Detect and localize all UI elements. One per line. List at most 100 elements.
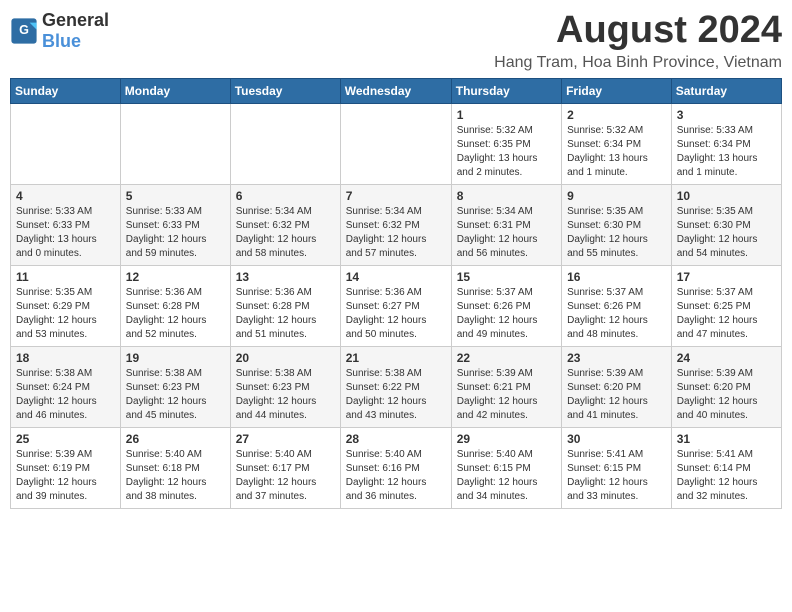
day-info: Sunrise: 5:39 AM Sunset: 6:19 PM Dayligh… — [16, 448, 115, 504]
calendar-cell: 30Sunrise: 5:41 AM Sunset: 6:15 PM Dayli… — [562, 427, 672, 508]
logo-general: General — [42, 10, 109, 30]
calendar-cell: 13 Sunrise: 5:36 AM Sunset: 6:28 PM Dayli… — [230, 265, 340, 346]
day-header-tuesday: Tuesday — [230, 78, 340, 103]
day-header-wednesday: Wednesday — [340, 78, 451, 103]
calendar-cell: 3Sunrise: 5:33 AM Sunset: 6:34 PM Daylig… — [671, 103, 781, 184]
svg-text:G: G — [19, 23, 29, 37]
day-number: 18 — [16, 351, 115, 365]
calendar-cell: 5Sunrise: 5:33 AM Sunset: 6:33 PM Daylig… — [120, 184, 230, 265]
day-number: 12 — [126, 270, 225, 284]
logo-icon: G — [10, 17, 38, 45]
day-info: Sunrise: 5:37 AM Sunset: 6:26 PM Dayligh… — [457, 286, 556, 342]
calendar-cell: 28Sunrise: 5:40 AM Sunset: 6:16 PM Dayli… — [340, 427, 451, 508]
week-row-3: 11 Sunrise: 5:35 AM Sunset: 6:29 PM Dayli… — [11, 265, 782, 346]
week-row-1: 1 Sunrise: 5:32 AM Sunset: 6:35 PM Daylig… — [11, 103, 782, 184]
calendar-cell: 27 Sunrise: 5:40 AM Sunset: 6:17 PM Dayli… — [230, 427, 340, 508]
day-number: 2 — [567, 108, 666, 122]
day-info: Sunrise: 5:40 AM Sunset: 6:16 PM Dayligh… — [346, 448, 446, 504]
day-header-sunday: Sunday — [11, 78, 121, 103]
day-number: 7 — [346, 189, 446, 203]
calendar-cell: 17 Sunrise: 5:37 AM Sunset: 6:25 PM Dayli… — [671, 265, 781, 346]
day-number: 19 — [126, 351, 225, 365]
day-number: 27 — [236, 432, 335, 446]
day-info: Sunrise: 5:40 AM Sunset: 6:15 PM Dayligh… — [457, 448, 556, 504]
day-number: 9 — [567, 189, 666, 203]
day-header-friday: Friday — [562, 78, 672, 103]
calendar-cell: 12Sunrise: 5:36 AM Sunset: 6:28 PM Dayli… — [120, 265, 230, 346]
day-info: Sunrise: 5:34 AM Sunset: 6:31 PM Dayligh… — [457, 205, 556, 261]
day-info: Sunrise: 5:37 AM Sunset: 6:26 PM Dayligh… — [567, 286, 666, 342]
day-number: 16 — [567, 270, 666, 284]
calendar-cell: 15 Sunrise: 5:37 AM Sunset: 6:26 PM Dayli… — [451, 265, 561, 346]
day-header-monday: Monday — [120, 78, 230, 103]
calendar-cell: 31Sunrise: 5:41 AM Sunset: 6:14 PM Dayli… — [671, 427, 781, 508]
day-number: 21 — [346, 351, 446, 365]
calendar-cell: 8 Sunrise: 5:34 AM Sunset: 6:31 PM Daylig… — [451, 184, 561, 265]
day-number: 25 — [16, 432, 115, 446]
day-info: Sunrise: 5:38 AM Sunset: 6:22 PM Dayligh… — [346, 367, 446, 423]
day-number: 1 — [457, 108, 556, 122]
day-number: 17 — [677, 270, 776, 284]
day-info: Sunrise: 5:36 AM Sunset: 6:28 PM Dayligh… — [236, 286, 335, 342]
calendar-cell: 19Sunrise: 5:38 AM Sunset: 6:23 PM Dayli… — [120, 346, 230, 427]
day-info: Sunrise: 5:33 AM Sunset: 6:33 PM Dayligh… — [16, 205, 115, 261]
day-number: 23 — [567, 351, 666, 365]
calendar-cell — [120, 103, 230, 184]
day-number: 4 — [16, 189, 115, 203]
page-header: G General Blue August 2024 Hang Tram, Ho… — [10, 10, 782, 72]
day-info: Sunrise: 5:35 AM Sunset: 6:29 PM Dayligh… — [16, 286, 115, 342]
day-info: Sunrise: 5:40 AM Sunset: 6:17 PM Dayligh… — [236, 448, 335, 504]
day-info: Sunrise: 5:40 AM Sunset: 6:18 PM Dayligh… — [126, 448, 225, 504]
day-number: 11 — [16, 270, 115, 284]
calendar-cell: 6Sunrise: 5:34 AM Sunset: 6:32 PM Daylig… — [230, 184, 340, 265]
day-number: 20 — [236, 351, 335, 365]
day-info: Sunrise: 5:39 AM Sunset: 6:20 PM Dayligh… — [567, 367, 666, 423]
day-number: 24 — [677, 351, 776, 365]
day-header-thursday: Thursday — [451, 78, 561, 103]
day-number: 3 — [677, 108, 776, 122]
title-block: August 2024 Hang Tram, Hoa Binh Province… — [494, 10, 782, 72]
day-number: 30 — [567, 432, 666, 446]
logo-blue: Blue — [42, 31, 81, 51]
day-number: 22 — [457, 351, 556, 365]
day-header-saturday: Saturday — [671, 78, 781, 103]
day-info: Sunrise: 5:37 AM Sunset: 6:25 PM Dayligh… — [677, 286, 776, 342]
day-number: 6 — [236, 189, 335, 203]
week-row-4: 18 Sunrise: 5:38 AM Sunset: 6:24 PM Dayli… — [11, 346, 782, 427]
subtitle: Hang Tram, Hoa Binh Province, Vietnam — [494, 54, 782, 72]
calendar-cell: 24Sunrise: 5:39 AM Sunset: 6:20 PM Dayli… — [671, 346, 781, 427]
calendar-cell: 22 Sunrise: 5:39 AM Sunset: 6:21 PM Dayli… — [451, 346, 561, 427]
day-info: Sunrise: 5:34 AM Sunset: 6:32 PM Dayligh… — [346, 205, 446, 261]
day-number: 13 — [236, 270, 335, 284]
calendar-cell: 1 Sunrise: 5:32 AM Sunset: 6:35 PM Daylig… — [451, 103, 561, 184]
day-number: 8 — [457, 189, 556, 203]
calendar-cell: 21 Sunrise: 5:38 AM Sunset: 6:22 PM Dayli… — [340, 346, 451, 427]
day-info: Sunrise: 5:33 AM Sunset: 6:33 PM Dayligh… — [126, 205, 225, 261]
calendar-cell: 20Sunrise: 5:38 AM Sunset: 6:23 PM Dayli… — [230, 346, 340, 427]
day-info: Sunrise: 5:35 AM Sunset: 6:30 PM Dayligh… — [567, 205, 666, 261]
main-title: August 2024 — [494, 10, 782, 52]
day-info: Sunrise: 5:39 AM Sunset: 6:21 PM Dayligh… — [457, 367, 556, 423]
calendar-cell — [230, 103, 340, 184]
calendar-table: SundayMondayTuesdayWednesdayThursdayFrid… — [10, 78, 782, 509]
calendar-cell: 9 Sunrise: 5:35 AM Sunset: 6:30 PM Daylig… — [562, 184, 672, 265]
day-number: 14 — [346, 270, 446, 284]
calendar-cell: 16 Sunrise: 5:37 AM Sunset: 6:26 PM Dayli… — [562, 265, 672, 346]
calendar-cell: 23 Sunrise: 5:39 AM Sunset: 6:20 PM Dayli… — [562, 346, 672, 427]
day-info: Sunrise: 5:38 AM Sunset: 6:24 PM Dayligh… — [16, 367, 115, 423]
day-number: 15 — [457, 270, 556, 284]
week-row-5: 25 Sunrise: 5:39 AM Sunset: 6:19 PM Dayli… — [11, 427, 782, 508]
day-number: 31 — [677, 432, 776, 446]
calendar-cell: 29 Sunrise: 5:40 AM Sunset: 6:15 PM Dayli… — [451, 427, 561, 508]
day-info: Sunrise: 5:32 AM Sunset: 6:35 PM Dayligh… — [457, 124, 556, 180]
logo: G General Blue — [10, 10, 109, 52]
calendar-cell: 10Sunrise: 5:35 AM Sunset: 6:30 PM Dayli… — [671, 184, 781, 265]
day-number: 10 — [677, 189, 776, 203]
week-row-2: 4 Sunrise: 5:33 AM Sunset: 6:33 PM Daylig… — [11, 184, 782, 265]
calendar-cell: 14Sunrise: 5:36 AM Sunset: 6:27 PM Dayli… — [340, 265, 451, 346]
day-number: 29 — [457, 432, 556, 446]
day-info: Sunrise: 5:32 AM Sunset: 6:34 PM Dayligh… — [567, 124, 666, 180]
calendar-cell: 2 Sunrise: 5:32 AM Sunset: 6:34 PM Daylig… — [562, 103, 672, 184]
calendar-cell: 18 Sunrise: 5:38 AM Sunset: 6:24 PM Dayli… — [11, 346, 121, 427]
day-number: 26 — [126, 432, 225, 446]
